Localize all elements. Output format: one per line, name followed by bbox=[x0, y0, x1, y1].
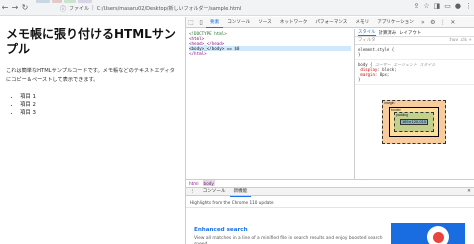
drawer-menu-icon[interactable]: ⋮ bbox=[186, 187, 199, 196]
extensions-icon[interactable]: ◨ bbox=[434, 2, 441, 10]
prop-value[interactable]: 8px; bbox=[380, 72, 390, 77]
styles-tabbar: スタイル 計算済み レイアウト bbox=[355, 29, 474, 37]
whats-new-title[interactable]: Enhanced search bbox=[194, 227, 248, 233]
drawer-close-icon[interactable]: ✕ bbox=[467, 189, 474, 194]
share-icon[interactable]: ⇪ bbox=[413, 2, 419, 10]
forward-icon[interactable]: → bbox=[10, 2, 20, 14]
profile-icon[interactable]: ● bbox=[455, 2, 461, 10]
whats-new-video-thumbnail[interactable] bbox=[391, 223, 465, 244]
box-model-content[interactable]: 169×120.010 bbox=[400, 119, 428, 125]
more-tabs-icon[interactable]: » bbox=[419, 18, 427, 26]
toolbar-right: ⇪ ☆ ◨ ▭ ● ⋮ bbox=[413, 2, 472, 10]
address-path: C:/Users/masaru02/Desktop/新しいフォルダー/sampl… bbox=[96, 5, 242, 12]
reload-icon[interactable]: ↻ bbox=[20, 2, 30, 14]
tab-drawer-console[interactable]: コンソール bbox=[199, 187, 230, 196]
chrome-logo-center bbox=[433, 232, 444, 243]
menu-icon[interactable]: ⋮ bbox=[465, 2, 472, 10]
filter-controls[interactable]: :hov .cls + bbox=[449, 37, 472, 44]
rule-close: } bbox=[358, 52, 361, 57]
inspect-icon[interactable]: ⬚ bbox=[187, 18, 195, 26]
style-rule: element.style { } bbox=[355, 45, 474, 60]
list-item: 項目 1 bbox=[20, 93, 179, 101]
page-content: メモ帳に張り付けるHTMLサンプル これは簡単なHTMLサンプルコードです。メモ… bbox=[0, 17, 185, 244]
list-item: 項目 3 bbox=[20, 109, 179, 117]
tab-performance[interactable]: パフォーマンス bbox=[311, 17, 351, 28]
tab-thumb[interactable] bbox=[36, 0, 50, 3]
browser-toolbar: ← → ↻ ⓘ ファイル | C:/Users/masaru02/Desktop… bbox=[0, 0, 474, 16]
info-icon[interactable]: ⓘ bbox=[60, 4, 66, 13]
whats-new-panel: Enhanced search View all matches in a li… bbox=[186, 207, 474, 244]
tab-console[interactable]: コンソール bbox=[223, 17, 254, 28]
page-heading: メモ帳に張り付けるHTMLサンプル bbox=[6, 27, 176, 56]
sidebar-icon[interactable]: ▭ bbox=[444, 2, 451, 10]
page-list: 項目 1 項目 2 項目 3 bbox=[6, 93, 179, 117]
dom-line[interactable]: </html> bbox=[189, 51, 351, 56]
page-paragraph: これは簡単なHTMLサンプルコードです。メモ帳などのテキストエディタにコピー＆ペ… bbox=[6, 68, 175, 83]
back-icon[interactable]: ← bbox=[0, 2, 10, 14]
breadcrumb-item[interactable]: html bbox=[189, 180, 199, 186]
drawer-tabbar: ⋮ コンソール 新機能 ✕ bbox=[186, 187, 474, 197]
tab-application[interactable]: アプリケーション bbox=[373, 17, 418, 28]
styles-filter[interactable]: フィルタ :hov .cls + bbox=[355, 37, 474, 45]
rule-close: } bbox=[358, 77, 361, 82]
tab-styles[interactable]: スタイル bbox=[358, 29, 376, 36]
kebab-icon[interactable]: ⋮ bbox=[439, 18, 447, 26]
address-separator: | bbox=[92, 5, 94, 11]
breadcrumb: html body bbox=[186, 179, 474, 186]
close-icon[interactable]: ✕ bbox=[449, 18, 457, 26]
tab-elements[interactable]: 要素 bbox=[206, 17, 224, 28]
tab-memory[interactable]: メモリ bbox=[351, 17, 373, 28]
box-model-margin[interactable]: margin border padding 169×120.010 bbox=[382, 100, 446, 144]
devtools-panel: ⬚ ▯ 要素 コンソール ソース ネットワーク パフォーマンス メモリ アプリケ… bbox=[185, 17, 474, 244]
elements-tree: <!DOCTYPE html> <html> <head>_</head> <b… bbox=[186, 29, 354, 179]
tab-layout[interactable]: レイアウト bbox=[399, 30, 421, 36]
device-toolbar-icon[interactable]: ▯ bbox=[197, 18, 205, 26]
settings-icon[interactable]: ⚙ bbox=[429, 18, 437, 26]
address-bar[interactable]: ⓘ ファイル | C:/Users/masaru02/Desktop/新しいフォ… bbox=[60, 2, 241, 14]
tab-network[interactable]: ネットワーク bbox=[276, 17, 312, 28]
star-icon[interactable]: ☆ bbox=[423, 2, 429, 10]
box-model-border[interactable]: border padding 169×120.010 bbox=[389, 107, 439, 137]
whats-new-desc: View all matches in a line of a minified… bbox=[194, 236, 383, 244]
address-scheme: ファイル bbox=[69, 5, 90, 12]
tab-computed[interactable]: 計算済み bbox=[379, 30, 397, 36]
tab-sources[interactable]: ソース bbox=[254, 17, 276, 28]
devtools-tabbar: ⬚ ▯ 要素 コンソール ソース ネットワーク パフォーマンス メモリ アプリケ… bbox=[186, 17, 474, 28]
highlights-text: Highlights from the Chrome 110 update bbox=[190, 200, 274, 205]
box-model-padding[interactable]: padding 169×120.010 bbox=[394, 112, 434, 132]
breadcrumb-item[interactable]: body bbox=[202, 180, 215, 186]
style-rule: body { ユーザー エージェント スタイル display: block; … bbox=[355, 60, 474, 85]
filter-input[interactable]: フィルタ bbox=[358, 37, 375, 44]
list-item: 項目 2 bbox=[20, 101, 179, 109]
tab-whats-new[interactable]: 新機能 bbox=[229, 187, 252, 197]
box-model-margin-label: margin bbox=[384, 101, 395, 105]
prop-name[interactable]: margin bbox=[360, 72, 374, 77]
box-model-padding-label: padding bbox=[396, 113, 409, 117]
